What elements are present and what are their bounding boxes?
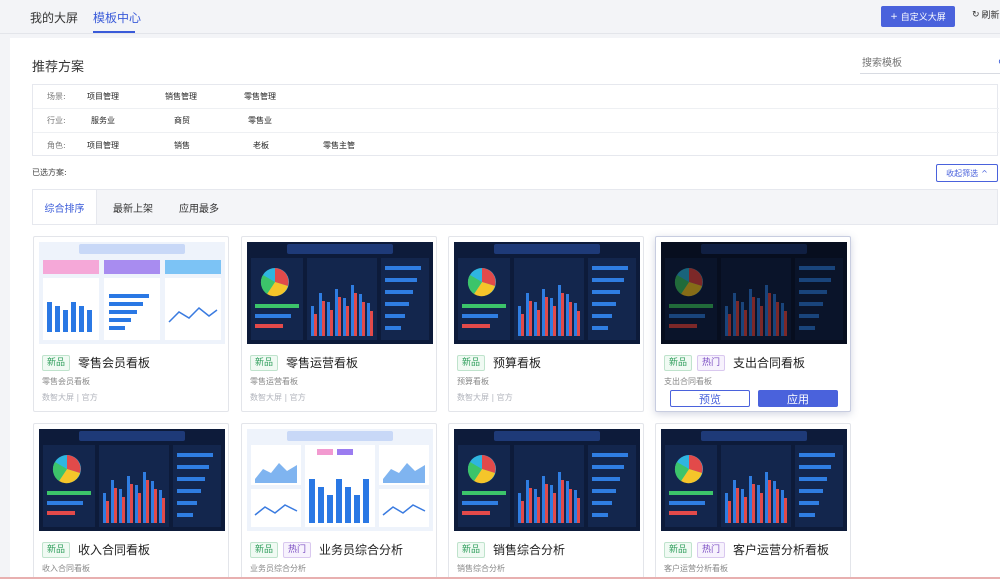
card-subtitle: 客户运营分析看板 bbox=[664, 564, 728, 573]
card-title: 销售综合分析 bbox=[493, 543, 566, 557]
filter-option[interactable]: 服务业 bbox=[91, 115, 115, 126]
template-thumbnail[interactable] bbox=[39, 242, 225, 344]
filter-label: 角色: bbox=[47, 140, 66, 150]
refresh-button[interactable]: ↻ 刷新 bbox=[972, 8, 1000, 22]
card-meta: 数智大屏 | 官方 bbox=[457, 393, 513, 402]
collapse-filter-button[interactable]: 收起筛选 ^ bbox=[936, 164, 998, 182]
card-tags: 新品 热门 客户运营分析看板 bbox=[664, 541, 829, 558]
template-thumbnail[interactable] bbox=[247, 242, 433, 344]
filter-option[interactable]: 商贸 bbox=[174, 115, 190, 126]
card-meta: 数智大屏 | 官方 bbox=[42, 393, 98, 402]
preview-button[interactable]: 预览 bbox=[670, 390, 750, 407]
filter-row-scene: 场景: 项目管理 销售管理 零售管理 bbox=[33, 85, 999, 109]
top-bar: 我的大屏 模板中心 + 自定义大屏 ↻ 刷新 bbox=[0, 0, 1000, 34]
new-badge: 新品 bbox=[250, 354, 279, 371]
collapse-filter-label: 收起筛选 bbox=[946, 168, 979, 178]
card-title: 收入合同看板 bbox=[78, 543, 151, 557]
tab-template-center[interactable]: 模板中心 bbox=[93, 9, 141, 26]
template-thumbnail[interactable] bbox=[454, 242, 640, 344]
new-badge: 新品 bbox=[42, 354, 71, 371]
card-tags: 新品 预算看板 bbox=[457, 354, 541, 371]
filter-row-industry: 行业: 服务业 商贸 零售业 bbox=[33, 109, 999, 133]
filter-option[interactable]: 零售业 bbox=[248, 115, 272, 126]
new-badge: 新品 bbox=[457, 541, 486, 558]
card-title: 预算看板 bbox=[493, 356, 542, 370]
card-subtitle: 业务员综合分析 bbox=[250, 564, 306, 573]
search-box[interactable]: ⚲ bbox=[860, 54, 1000, 74]
card-subtitle: 支出合同看板 bbox=[664, 377, 712, 386]
selected-schemes-label: 已选方案: bbox=[32, 168, 67, 177]
sort-tab-most-used[interactable]: 应用最多 bbox=[169, 190, 229, 224]
template-card[interactable]: 新品 零售会员看板 零售会员看板 数智大屏 | 官方 bbox=[33, 236, 229, 412]
card-tags: 新品 热门 业务员综合分析 bbox=[250, 541, 403, 558]
chevron-up-icon: ^ bbox=[981, 168, 988, 178]
card-tags: 新品 收入合同看板 bbox=[42, 541, 150, 558]
hot-badge: 热门 bbox=[283, 541, 312, 558]
card-subtitle: 收入合同看板 bbox=[42, 564, 90, 573]
filter-label: 行业: bbox=[47, 116, 66, 125]
template-card[interactable]: 新品 热门 支出合同看板 支出合同看板 预览 应用 bbox=[655, 236, 851, 412]
card-title: 零售运营看板 bbox=[286, 356, 359, 370]
template-card[interactable]: 新品 收入合同看板 收入合同看板 bbox=[33, 423, 229, 579]
active-tab-indicator bbox=[93, 31, 135, 33]
refresh-icon: ↻ bbox=[972, 9, 980, 20]
card-subtitle: 预算看板 bbox=[457, 377, 489, 386]
tab-my-screens[interactable]: 我的大屏 bbox=[30, 9, 78, 26]
apply-button[interactable]: 应用 bbox=[758, 390, 838, 407]
template-thumbnail[interactable] bbox=[661, 429, 847, 531]
filter-option[interactable]: 零售管理 bbox=[244, 91, 276, 102]
custom-screen-button[interactable]: + 自定义大屏 bbox=[881, 6, 955, 27]
card-subtitle: 销售综合分析 bbox=[457, 564, 505, 573]
card-tags: 新品 零售会员看板 bbox=[42, 354, 150, 371]
sort-tab-newest[interactable]: 最新上架 bbox=[103, 190, 163, 224]
filter-label: 场景: bbox=[47, 92, 66, 101]
new-badge: 新品 bbox=[664, 541, 693, 558]
filter-option[interactable]: 零售主管 bbox=[323, 140, 355, 151]
new-badge: 新品 bbox=[42, 541, 71, 558]
card-tags: 新品 热门 支出合同看板 bbox=[664, 354, 805, 371]
filter-box: 场景: 项目管理 销售管理 零售管理 行业: 服务业 商贸 零售业 角色: 项目… bbox=[32, 84, 999, 157]
filter-option[interactable]: 项目管理 bbox=[87, 140, 119, 151]
card-tags: 新品 销售综合分析 bbox=[457, 541, 565, 558]
template-card[interactable]: 新品 预算看板 预算看板 数智大屏 | 官方 bbox=[448, 236, 644, 412]
card-title: 客户运营分析看板 bbox=[733, 543, 830, 557]
hot-badge: 热门 bbox=[697, 354, 726, 371]
filter-option[interactable]: 销售管理 bbox=[165, 91, 197, 102]
hover-overlay bbox=[661, 242, 847, 344]
refresh-label: 刷新 bbox=[981, 11, 1000, 21]
filter-option[interactable]: 销售 bbox=[174, 140, 190, 151]
template-card[interactable]: 新品 热门 业务员综合分析 业务员综合分析 bbox=[241, 423, 437, 579]
sort-bar: 综合排序 最新上架 应用最多 bbox=[32, 189, 998, 225]
template-card[interactable]: 新品 热门 客户运营分析看板 客户运营分析看板 bbox=[655, 423, 851, 579]
hot-badge: 热门 bbox=[697, 541, 726, 558]
filter-option[interactable]: 项目管理 bbox=[87, 91, 119, 102]
card-meta: 数智大屏 | 官方 bbox=[250, 393, 306, 402]
template-card[interactable]: 新品 零售运营看板 零售运营看板 数智大屏 | 官方 bbox=[241, 236, 437, 412]
sort-tab-comprehensive[interactable]: 综合排序 bbox=[33, 190, 97, 224]
template-thumbnail[interactable] bbox=[661, 242, 847, 344]
card-title: 业务员综合分析 bbox=[319, 543, 404, 557]
search-input[interactable] bbox=[860, 54, 980, 72]
card-tags: 新品 零售运营看板 bbox=[250, 354, 358, 371]
template-card[interactable]: 新品 销售综合分析 销售综合分析 bbox=[448, 423, 644, 579]
template-thumbnail[interactable] bbox=[247, 429, 433, 531]
new-badge: 新品 bbox=[457, 354, 486, 371]
recommend-title: 推荐方案 bbox=[32, 60, 85, 75]
template-thumbnail[interactable] bbox=[454, 429, 640, 531]
card-title: 支出合同看板 bbox=[733, 356, 806, 370]
template-thumbnail[interactable] bbox=[39, 429, 225, 531]
card-title: 零售会员看板 bbox=[78, 356, 151, 370]
new-badge: 新品 bbox=[250, 541, 279, 558]
filter-option[interactable]: 老板 bbox=[253, 140, 269, 151]
card-subtitle: 零售运营看板 bbox=[250, 377, 298, 386]
plus-icon: + bbox=[890, 11, 898, 22]
card-subtitle: 零售会员看板 bbox=[42, 377, 90, 386]
custom-screen-label: 自定义大屏 bbox=[900, 13, 946, 23]
new-badge: 新品 bbox=[664, 354, 693, 371]
filter-row-role: 角色: 项目管理 销售 老板 零售主管 bbox=[33, 133, 999, 157]
